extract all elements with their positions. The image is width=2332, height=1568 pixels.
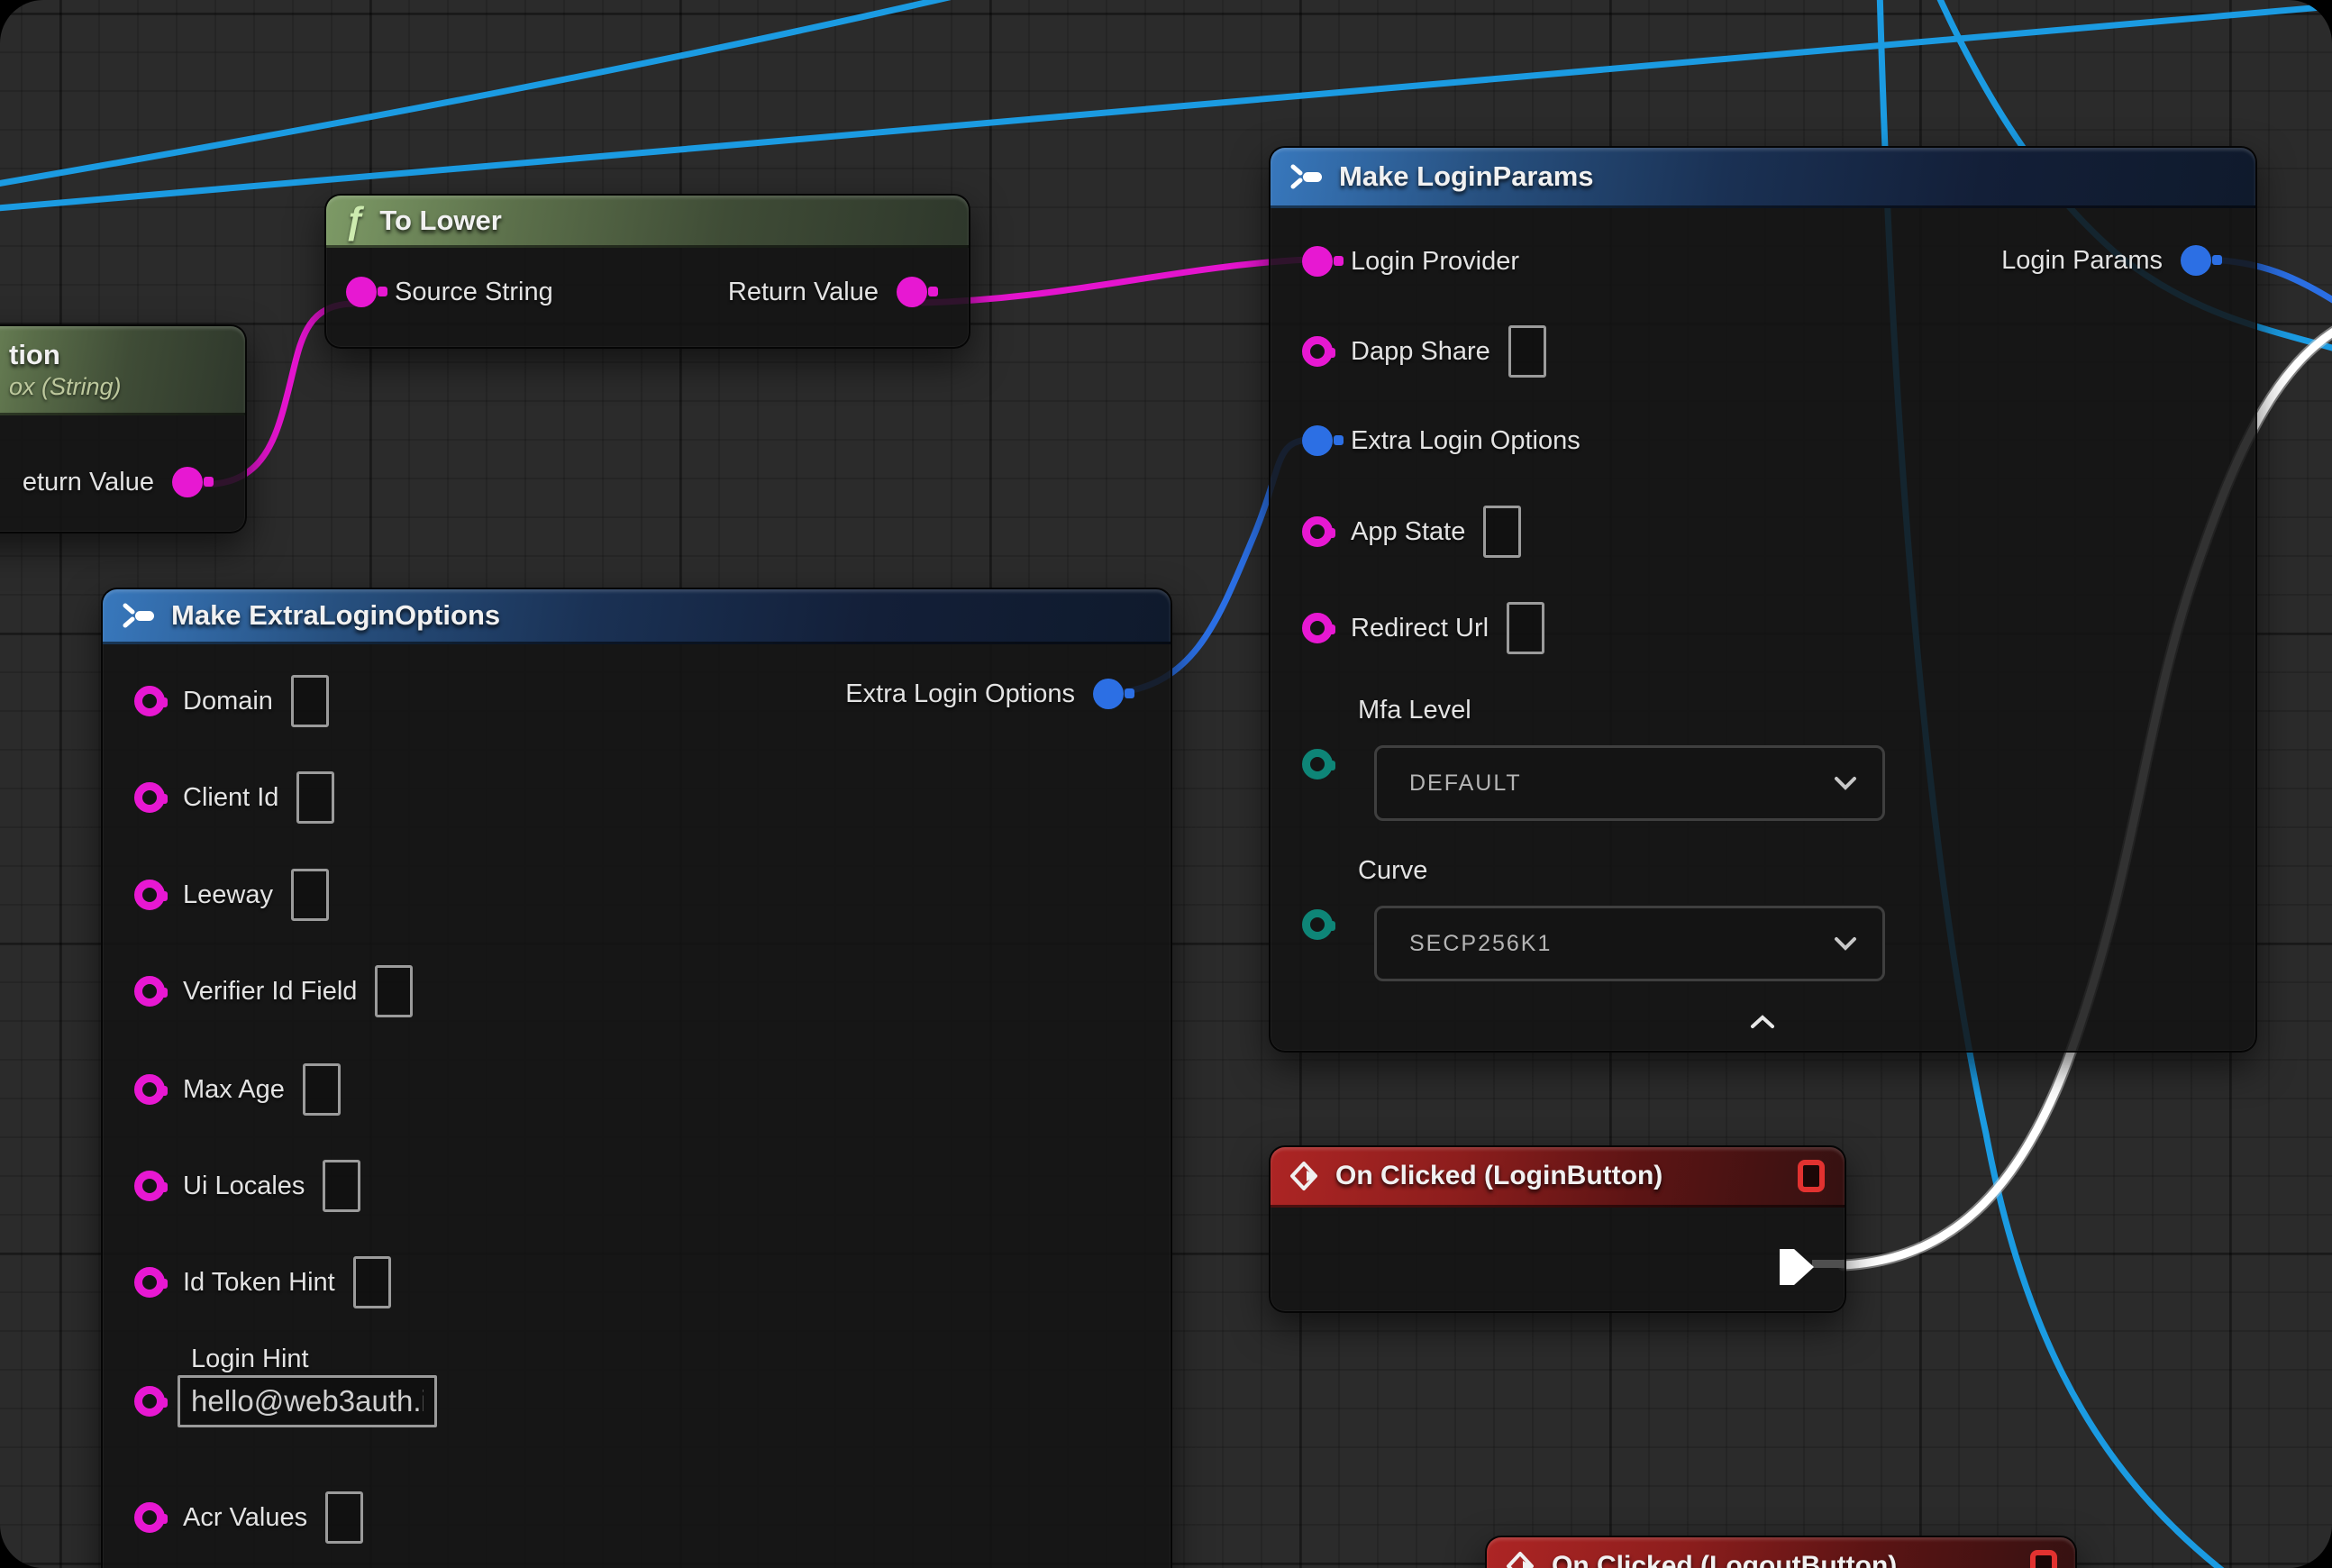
pin-label-domain: Domain [183,687,273,716]
node-on-clicked-logout-button[interactable]: On Clicked (LogoutButton) [1485,1536,2077,1568]
node-title: To Lower [379,205,501,237]
acr-values-input-pin[interactable] [134,1502,165,1533]
curve-input-pin[interactable] [1302,909,1333,940]
client-id-value-box[interactable] [296,771,334,824]
pin-label-ui-locales: Ui Locales [183,1171,305,1201]
pin-label-login-params-out: Login Params [2001,246,2163,276]
exec-output-pin[interactable] [1779,1248,1815,1286]
node-title-fragment: tion [9,339,60,371]
pin-label-return-value: Return Value [728,278,879,307]
curve-value: SECP256K1 [1409,931,1552,957]
event-bind-icon[interactable] [2030,1550,2057,1568]
pin-label-curve: Curve [1358,856,1427,886]
ui-locales-value-box[interactable] [323,1160,360,1212]
chevron-down-icon [1834,776,1857,790]
dapp-share-value-box[interactable] [1508,325,1546,378]
return-value-output-pin[interactable] [897,277,927,307]
extra-login-options-output-pin[interactable] [1093,679,1124,709]
pin-label-extra-login-options-out: Extra Login Options [845,679,1075,709]
pin-label-extra-login-options: Extra Login Options [1351,426,1580,456]
node-title: On Clicked (LogoutButton) [1552,1551,1897,1568]
node-title: On Clicked (LoginButton) [1335,1161,1662,1191]
source-string-input-pin[interactable] [346,277,377,307]
login-provider-input-pin[interactable] [1302,246,1333,277]
pin-label-max-age: Max Age [183,1075,285,1105]
ui-locales-input-pin[interactable] [134,1171,165,1201]
wire-to-lower-to-login-provider [923,260,1307,303]
pin-label-app-state: App State [1351,517,1465,547]
max-age-value-box[interactable] [303,1063,341,1116]
event-icon [1505,1550,1537,1568]
node-subtitle-fragment: ox (String) [9,373,122,401]
pin-label-login-hint: Login Hint [191,1345,309,1374]
pin-label-id-token-hint: Id Token Hint [183,1268,335,1298]
wire-cyan-diagonal-a [0,0,984,186]
node-make-extra-login-options[interactable]: Make ExtraLoginOptions Domain Client Id … [101,588,1172,1568]
pin-label-source-string: Source String [395,278,553,307]
return-value-output-pin[interactable] [172,467,203,497]
extra-login-options-input-pin[interactable] [1302,425,1333,456]
domain-input-pin[interactable] [134,686,165,716]
make-struct-icon [121,602,157,629]
login-params-output-pin[interactable] [2181,245,2211,276]
pin-label-acr-values: Acr Values [183,1503,307,1533]
mfa-level-input-pin[interactable] [1302,749,1333,779]
pin-label-dapp-share: Dapp Share [1351,337,1490,367]
node-title: Make LoginParams [1339,160,1594,193]
event-bind-icon[interactable] [1798,1160,1825,1192]
app-state-input-pin[interactable] [1302,516,1333,547]
pin-label-verifier-id-field: Verifier Id Field [183,977,357,1007]
collapse-node-chevron[interactable] [1750,1015,1775,1029]
leeway-value-box[interactable] [291,869,329,921]
redirect-url-input-pin[interactable] [1302,613,1333,643]
acr-values-value-box[interactable] [325,1491,363,1544]
domain-value-box[interactable] [291,675,329,727]
curve-dropdown[interactable]: SECP256K1 [1374,906,1885,981]
app-state-value-box[interactable] [1483,506,1521,558]
pin-label-client-id: Client Id [183,783,278,813]
function-icon: ƒ [344,205,365,237]
verifier-id-field-value-box[interactable] [375,965,413,1017]
pin-label-return-value-fragment: eturn Value [23,468,154,497]
max-age-input-pin[interactable] [134,1074,165,1105]
event-icon [1289,1160,1321,1192]
dapp-share-input-pin[interactable] [1302,336,1333,367]
pin-label-leeway: Leeway [183,880,273,910]
leeway-input-pin[interactable] [134,880,165,910]
id-token-hint-input-pin[interactable] [134,1267,165,1298]
mfa-level-value: DEFAULT [1409,770,1522,797]
blueprint-canvas[interactable]: tion ox (String) eturn Value ƒ To Lower … [0,0,2332,1568]
node-partial-function[interactable]: tion ox (String) eturn Value [0,324,247,533]
node-make-login-params[interactable]: Make LoginParams Login Provider Dapp Sha… [1269,146,2257,1053]
verifier-id-field-input-pin[interactable] [134,976,165,1007]
pin-label-redirect-url: Redirect Url [1351,614,1489,643]
redirect-url-value-box[interactable] [1507,602,1544,654]
id-token-hint-value-box[interactable] [353,1256,391,1308]
chevron-down-icon [1834,936,1857,951]
pin-label-login-provider: Login Provider [1351,247,1519,277]
mfa-level-dropdown[interactable]: DEFAULT [1374,745,1885,821]
make-struct-icon [1289,163,1325,190]
pin-label-mfa-level: Mfa Level [1358,696,1471,725]
login-hint-input-pin[interactable] [134,1386,165,1417]
login-hint-input[interactable] [178,1375,437,1427]
node-to-lower[interactable]: ƒ To Lower Source String Return Value [324,194,970,349]
exec-stub [1812,1260,1845,1268]
client-id-input-pin[interactable] [134,782,165,813]
node-on-clicked-login-button[interactable]: On Clicked (LoginButton) [1269,1145,1846,1313]
node-title: Make ExtraLoginOptions [171,599,500,632]
